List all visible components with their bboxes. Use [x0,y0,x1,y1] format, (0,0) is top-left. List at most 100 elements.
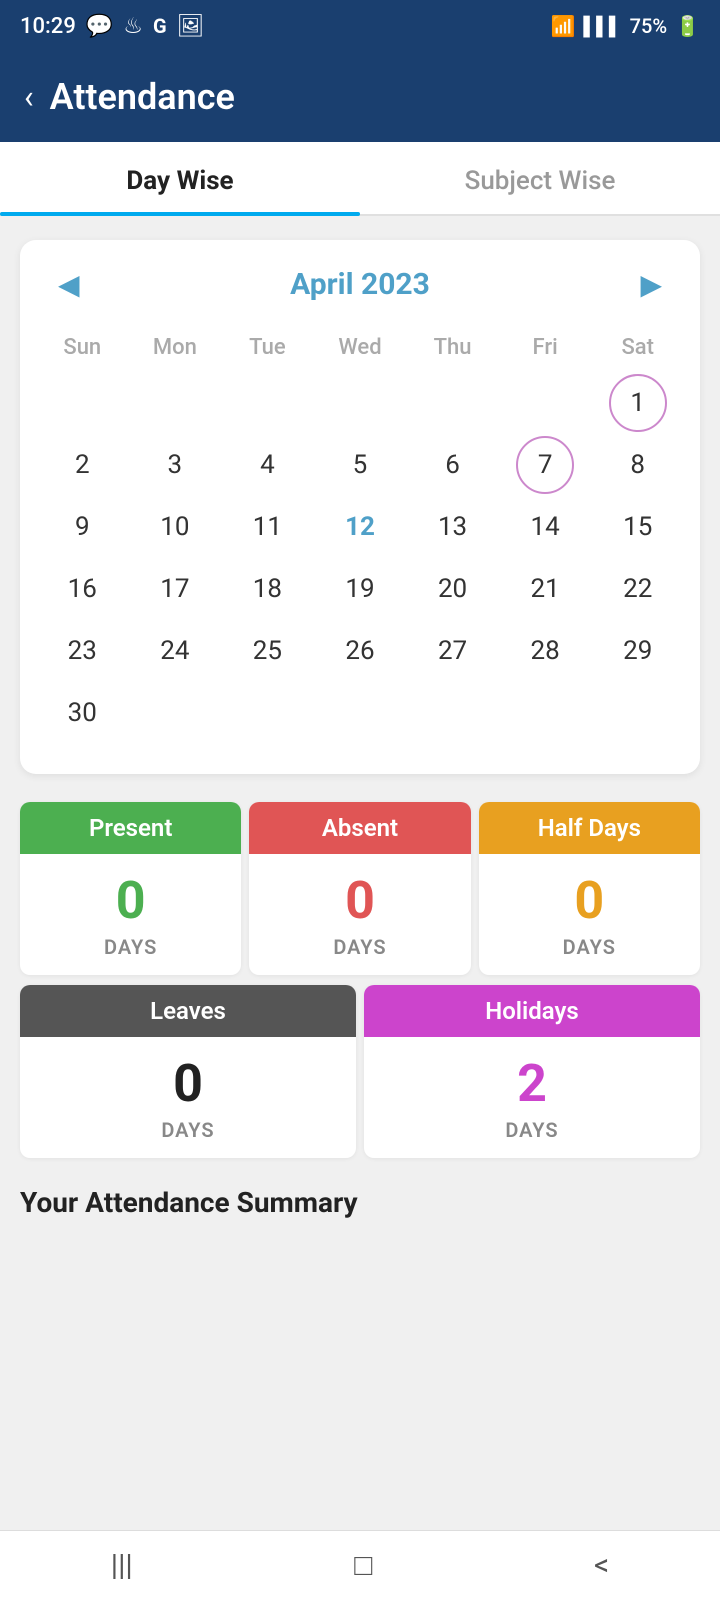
stat-holidays: Holidays 2 DAYS [364,985,700,1158]
day-cell[interactable]: 22 [591,560,684,618]
stats-section: Present 0 DAYS Absent 0 DAYS Half Days 0… [0,798,720,1162]
day-tue: Tue [221,329,314,366]
day-cell[interactable]: 2 [36,436,129,494]
day-cell[interactable]: 23 [36,622,129,680]
summary-section: Your Attendance Summary [0,1162,720,1229]
tab-day-wise[interactable]: Day Wise [0,142,360,214]
day-cell[interactable]: 12 [314,498,407,556]
day-cell[interactable]: 27 [406,622,499,680]
stat-absent: Absent 0 DAYS [249,802,470,975]
status-time: 10:29 [20,14,76,39]
g-logo-icon: G [153,14,167,38]
day-cell[interactable]: 21 [499,560,592,618]
leaves-unit: DAYS [20,1118,356,1158]
present-value: 0 [20,854,241,935]
day-cell-empty [406,374,499,432]
day-cell-empty [129,374,222,432]
day-cell[interactable]: 18 [221,560,314,618]
present-badge: Present [20,802,241,854]
wifi-icon: 📶 [550,14,575,38]
absent-unit: DAYS [249,935,470,975]
day-wed: Wed [314,329,407,366]
nav-recent-apps[interactable]: ||| [87,1540,157,1591]
day-cell[interactable]: 24 [129,622,222,680]
stat-halfdays: Half Days 0 DAYS [479,802,700,975]
day-cell[interactable]: 16 [36,560,129,618]
app-header: ‹ Attendance [0,52,720,142]
day-cell[interactable]: 4 [221,436,314,494]
battery-icon: 🔋 [675,14,700,38]
tab-bar: Day Wise Subject Wise [0,142,720,216]
calendar-grid: Sun Mon Tue Wed Thu Fri Sat 112345677891… [36,329,684,742]
summary-title: Your Attendance Summary [20,1186,358,1219]
halfdays-badge: Half Days [479,802,700,854]
holidays-value: 2 [364,1037,700,1118]
battery-level: 75% [630,14,667,38]
day-sat: Sat [591,329,684,366]
day-fri: Fri [499,329,592,366]
day-cell[interactable]: 13 [406,498,499,556]
day-cell-empty [499,374,592,432]
absent-badge: Absent [249,802,470,854]
day-cell-empty [314,374,407,432]
next-month-button[interactable]: ▶ [628,264,674,305]
day-headers: Sun Mon Tue Wed Thu Fri Sat [36,329,684,366]
leaves-value: 0 [20,1037,356,1118]
day-cell[interactable]: 9 [36,498,129,556]
day-cell[interactable]: 6 [406,436,499,494]
present-unit: DAYS [20,935,241,975]
leaves-badge: Leaves [20,985,356,1037]
day-sun: Sun [36,329,129,366]
day-cell[interactable]: 8 [591,436,684,494]
status-right: 📶 ▌▌▌ 75% 🔋 [550,14,700,38]
page-title: Attendance [50,76,235,118]
message-icon: 💬 [86,14,113,39]
day-cells: 1123456778910111213141516171819202122232… [36,374,684,742]
back-button[interactable]: ‹ [24,81,34,113]
day-cell-empty [221,374,314,432]
day-cell[interactable]: 26 [314,622,407,680]
day-cell[interactable]: 77 [499,436,592,494]
day-cell[interactable]: 28 [499,622,592,680]
calendar-header: ◀ April 2023 ▶ [36,264,684,305]
stat-leaves: Leaves 0 DAYS [20,985,356,1158]
stats-row-bottom: Leaves 0 DAYS Holidays 2 DAYS [16,981,704,1162]
halfdays-value: 0 [479,854,700,935]
nav-back[interactable]: < [570,1540,633,1591]
day-cell[interactable]: 29 [591,622,684,680]
status-left: 10:29 💬 ♨ G 🖼 [20,14,205,39]
day-cell[interactable]: 17 [129,560,222,618]
image-icon: 🖼 [177,14,205,39]
halfdays-unit: DAYS [479,935,700,975]
holidays-unit: DAYS [364,1118,700,1158]
day-cell[interactable]: 10 [129,498,222,556]
day-cell[interactable]: 14 [499,498,592,556]
calendar-card: ◀ April 2023 ▶ Sun Mon Tue Wed Thu Fri S… [20,240,700,774]
calendar-month-year: April 2023 [290,267,430,302]
hotspot-icon: ♨ [123,14,143,39]
circled-day-marker: 7 [516,436,574,494]
stats-row-top: Present 0 DAYS Absent 0 DAYS Half Days 0… [16,798,704,979]
status-bar: 10:29 💬 ♨ G 🖼 📶 ▌▌▌ 75% 🔋 [0,0,720,52]
prev-month-button[interactable]: ◀ [46,264,92,305]
signal-icon: ▌▌▌ [583,16,621,37]
day-mon: Mon [129,329,222,366]
day-cell[interactable]: 15 [591,498,684,556]
day-cell-empty [36,374,129,432]
tab-subject-wise[interactable]: Subject Wise [360,142,720,214]
day-cell[interactable]: 19 [314,560,407,618]
circled-day-marker: 1 [609,374,667,432]
bottom-nav: ||| □ < [0,1530,720,1600]
day-cell[interactable]: 11 [221,498,314,556]
nav-home[interactable]: □ [330,1540,396,1591]
absent-value: 0 [249,854,470,935]
holidays-badge: Holidays [364,985,700,1037]
day-cell[interactable]: 5 [314,436,407,494]
day-cell[interactable]: 25 [221,622,314,680]
day-thu: Thu [406,329,499,366]
day-cell[interactable]: 20 [406,560,499,618]
day-cell[interactable]: 11 [591,374,684,432]
stat-present: Present 0 DAYS [20,802,241,975]
day-cell[interactable]: 3 [129,436,222,494]
day-cell[interactable]: 30 [36,684,129,742]
